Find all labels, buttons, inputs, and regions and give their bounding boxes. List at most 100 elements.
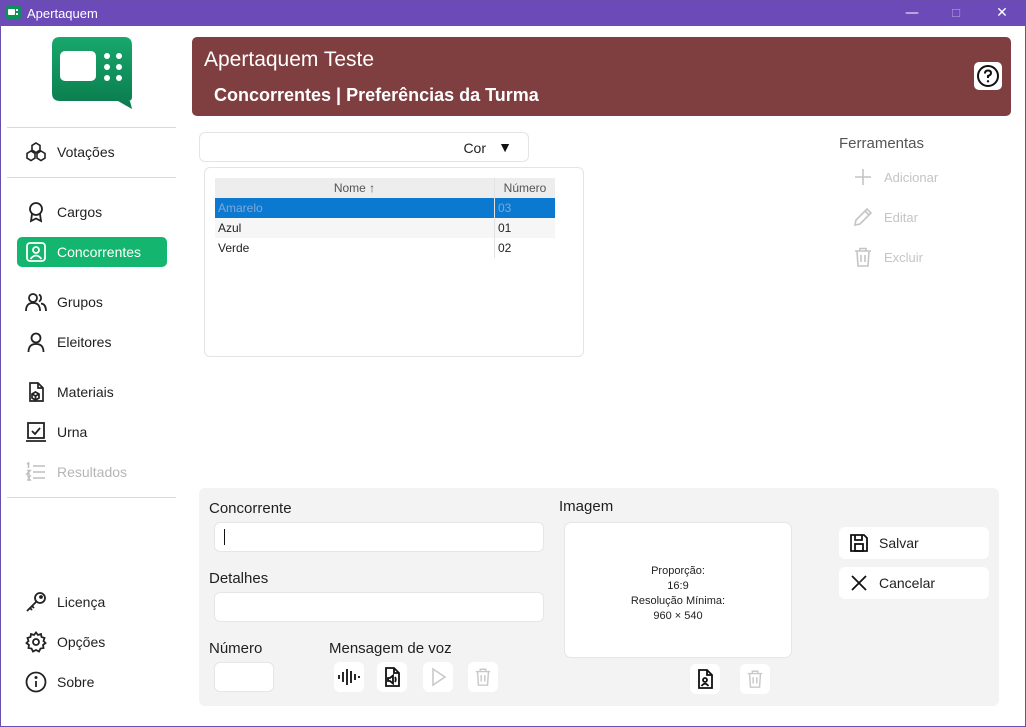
tools-title: Ferramentas: [839, 135, 925, 152]
image-drop-area[interactable]: Proporção: 16:9 Resolução Mínima: 960 × …: [564, 522, 792, 658]
numero-label: Número: [209, 640, 263, 657]
detalhes-label: Detalhes: [209, 570, 269, 587]
sidebar-item-label: Concorrentes: [57, 244, 142, 260]
sidebar-divider: [7, 177, 176, 178]
window-title: Apertaquem: [27, 6, 98, 21]
sidebar-item-votacoes[interactable]: Votações: [17, 137, 167, 167]
cancel-label: Cancelar: [879, 575, 936, 591]
chevron-down-icon: ▼: [498, 139, 512, 155]
table-row[interactable]: Azul 01: [215, 218, 555, 238]
sidebar-item-label: Cargos: [57, 204, 103, 220]
load-audio-button[interactable]: [377, 662, 407, 692]
trash-icon: [851, 245, 875, 269]
sidebar-item-label: Grupos: [57, 294, 103, 310]
sidebar-item-sobre[interactable]: Sobre: [17, 667, 167, 697]
sidebar-item-label: Urna: [57, 424, 88, 440]
info-icon: [25, 671, 47, 693]
table-row[interactable]: Amarelo 03: [215, 198, 555, 218]
table-header: Nome ↑ Número: [215, 178, 555, 198]
sidebar-item-resultados[interactable]: Resultados: [17, 457, 167, 487]
close-icon: [848, 572, 870, 594]
audio-file-icon: [385, 667, 400, 687]
maximize-button[interactable]: ☐: [933, 1, 979, 26]
app-window: Apertaquem — ☐ ✕ Votações Cargos Concorr…: [0, 0, 1026, 727]
imagem-label: Imagem: [559, 498, 614, 515]
edit-label: Editar: [884, 209, 918, 225]
sidebar-item-label: Resultados: [57, 464, 128, 480]
sidebar-item-label: Sobre: [57, 674, 95, 690]
sidebar-item-opcoes[interactable]: Opções: [17, 627, 167, 657]
delete-label: Excluir: [884, 249, 924, 265]
sidebar-item-concorrentes[interactable]: Concorrentes: [17, 237, 167, 267]
ribbon-icon: [25, 201, 47, 223]
concorrente-label: Concorrente: [209, 500, 292, 517]
save-icon: [848, 532, 870, 554]
color-filter-dropdown[interactable]: Cor ▼: [199, 132, 529, 162]
resolucao-value: 960 × 540: [653, 610, 703, 622]
sidebar-item-label: Opções: [57, 634, 106, 650]
voice-message-label: Mensagem de voz: [329, 640, 452, 657]
proporcao-value: 16:9: [667, 580, 689, 592]
delete-image-button[interactable]: [740, 664, 770, 694]
table-row[interactable]: Verde 02: [215, 238, 555, 258]
concorrente-input[interactable]: [214, 522, 544, 552]
people-icon: [25, 291, 47, 313]
trash-icon: [747, 670, 763, 688]
cell-nome: Amarelo: [215, 198, 495, 218]
sidebar-divider: [7, 127, 176, 128]
play-voice-button[interactable]: [423, 662, 453, 692]
edit-button[interactable]: Editar: [851, 205, 918, 229]
cubes-icon: [25, 141, 47, 163]
column-header-numero[interactable]: Número: [495, 178, 555, 198]
trash-icon: [475, 668, 491, 686]
delete-voice-button[interactable]: [468, 662, 498, 692]
help-button[interactable]: [974, 62, 1002, 90]
page-title: Concorrentes | Preferências da Turma: [214, 85, 539, 105]
minimize-button[interactable]: —: [889, 1, 935, 26]
candidates-table: Nome ↑ Número Amarelo 03 Azul 01 Verde 0…: [204, 167, 584, 357]
filter-label: Cor: [463, 140, 486, 156]
play-icon: [432, 667, 447, 687]
load-image-button[interactable]: [690, 664, 720, 694]
add-button[interactable]: Adicionar: [851, 165, 938, 189]
plus-icon: [851, 165, 875, 189]
sidebar-item-label: Eleitores: [57, 334, 112, 350]
save-button[interactable]: Salvar: [839, 527, 989, 559]
close-button[interactable]: ✕: [979, 1, 1025, 26]
apertaquem-logo: [52, 37, 132, 109]
ballot-box-icon: [25, 421, 47, 443]
title-bar: Apertaquem — ☐ ✕: [1, 1, 1025, 26]
sidebar-item-cargos[interactable]: Cargos: [17, 197, 167, 227]
numero-input[interactable]: [214, 662, 274, 692]
sidebar-item-urna[interactable]: Urna: [17, 417, 167, 447]
cell-numero: 01: [498, 221, 512, 235]
app-logo-icon: [6, 6, 21, 19]
sidebar-item-grupos[interactable]: Grupos: [17, 287, 167, 317]
sidebar-item-materiais[interactable]: Materiais: [17, 377, 167, 407]
save-label: Salvar: [879, 535, 919, 551]
detalhes-input[interactable]: [214, 592, 544, 622]
candidate-form: Concorrente Detalhes Número Mensagem de …: [199, 488, 999, 706]
resolucao-label: Resolução Mínima:: [630, 595, 726, 607]
record-voice-button[interactable]: [334, 662, 364, 692]
sidebar-item-eleitores[interactable]: Eleitores: [17, 327, 167, 357]
image-file-icon: [698, 669, 713, 689]
question-circle-icon: [977, 65, 999, 87]
cell-nome: Verde: [215, 238, 495, 258]
person-icon: [25, 331, 47, 353]
contact-card-icon: [25, 241, 47, 263]
column-header-nome[interactable]: Nome ↑: [215, 178, 495, 198]
gear-icon: [25, 631, 47, 653]
sidebar-item-licenca[interactable]: Licença: [17, 587, 167, 617]
key-icon: [25, 591, 47, 613]
delete-button[interactable]: Excluir: [851, 245, 923, 269]
project-title: Apertaquem Teste: [204, 48, 375, 71]
cancel-button[interactable]: Cancelar: [839, 567, 989, 599]
pencil-icon: [851, 205, 875, 229]
cell-numero: 02: [498, 241, 512, 255]
image-requirements: Proporção: 16:9 Resolução Mínima: 960 × …: [565, 564, 791, 624]
text-caret: [224, 529, 225, 545]
cell-numero: 03: [498, 201, 512, 215]
sidebar-item-label: Licença: [57, 594, 106, 610]
cell-nome: Azul: [215, 218, 495, 238]
